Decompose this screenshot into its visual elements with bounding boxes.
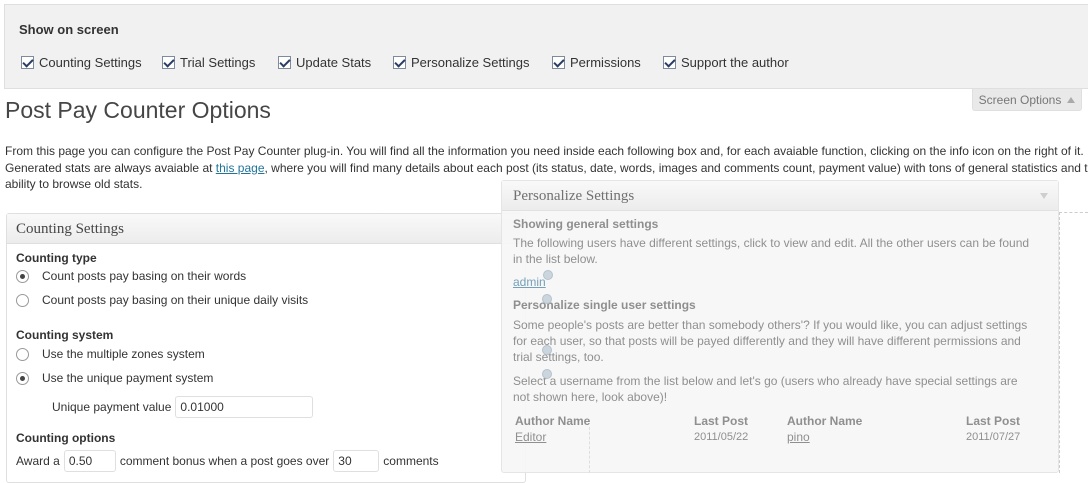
select-user-text-2: not shown here, look above)! xyxy=(513,389,667,405)
intro-line-2-start: Generated stats are always avaiable at xyxy=(5,161,216,175)
info-icon[interactable] xyxy=(543,270,553,280)
last-post-date: 2011/05/22 xyxy=(694,431,748,443)
screen-options-title: Show on screen xyxy=(19,22,119,37)
personalize-settings-title: Personalize Settings xyxy=(513,188,634,204)
comment-bonus-input[interactable] xyxy=(64,450,116,472)
radio-button-icon[interactable] xyxy=(16,348,29,361)
radio-button-icon[interactable] xyxy=(16,294,29,307)
radio-label: Count posts pay basing on their unique d… xyxy=(42,293,308,307)
intro-line-2: Generated stats are always avaiable at t… xyxy=(5,160,1088,177)
user-link-editor[interactable]: Editor xyxy=(515,430,546,444)
radio-count-words[interactable]: Count posts pay basing on their words xyxy=(16,269,246,283)
radio-button-icon[interactable] xyxy=(16,270,29,283)
checkbox-label: Support the author xyxy=(681,55,789,70)
unique-payment-label: Unique payment value xyxy=(52,400,171,414)
info-icon[interactable] xyxy=(542,294,552,304)
select-user-text-1: Select a username from the list below an… xyxy=(513,373,1018,389)
single-user-text-3: trial settings, too. xyxy=(513,349,604,365)
checkbox-icon[interactable] xyxy=(21,56,34,69)
single-user-text-2: for each user, so that posts will be pay… xyxy=(513,333,1021,349)
checkbox-permissions[interactable]: Permissions xyxy=(552,55,641,70)
last-post-date: 2011/07/27 xyxy=(966,431,1020,443)
user-link-pino[interactable]: pino xyxy=(787,430,810,444)
column-header-last-post: Last Post xyxy=(694,414,748,428)
checkbox-personalize-settings[interactable]: Personalize Settings xyxy=(393,55,530,70)
single-user-title: Personalize single user settings xyxy=(513,298,696,312)
award-middle-text: comment bonus when a post goes over xyxy=(120,454,329,468)
radio-unique-payment[interactable]: Use the unique payment system xyxy=(16,371,213,385)
radio-label: Use the multiple zones system xyxy=(42,347,205,361)
checkbox-icon[interactable] xyxy=(552,56,565,69)
comment-bonus-row: Award a comment bonus when a post goes o… xyxy=(16,450,439,472)
radio-label: Use the unique payment system xyxy=(42,371,213,385)
counting-settings-box: Counting Settings Counting type Count po… xyxy=(6,213,526,483)
checkbox-icon[interactable] xyxy=(278,56,291,69)
checkbox-icon[interactable] xyxy=(663,56,676,69)
drop-placeholder xyxy=(1059,212,1088,473)
admin-user-link[interactable]: admin xyxy=(513,274,546,290)
stats-page-link[interactable]: this page xyxy=(216,161,265,175)
intro-line-2-end: , where you will find many details about… xyxy=(265,161,1088,175)
checkbox-label: Personalize Settings xyxy=(411,55,530,70)
general-settings-text-1: The following users have different setti… xyxy=(513,235,1029,251)
checkbox-label: Permissions xyxy=(570,55,641,70)
personalize-settings-header[interactable]: Personalize Settings xyxy=(502,181,1058,211)
info-icon[interactable] xyxy=(542,369,552,379)
unique-payment-input[interactable] xyxy=(175,396,313,418)
radio-button-icon[interactable] xyxy=(16,372,29,385)
checkbox-label: Counting Settings xyxy=(39,55,142,70)
award-prefix: Award a xyxy=(16,454,60,468)
radio-count-visits[interactable]: Count posts pay basing on their unique d… xyxy=(16,293,308,307)
counting-type-title: Counting type xyxy=(16,251,97,265)
personalize-settings-box[interactable]: Personalize Settings Showing general set… xyxy=(501,180,1059,473)
column-header-author-name: Author Name xyxy=(787,414,862,428)
counting-options-title: Counting options xyxy=(16,431,115,445)
arrow-up-icon xyxy=(1067,97,1075,103)
screen-options-tab-label: Screen Options xyxy=(979,93,1062,107)
column-divider xyxy=(589,427,590,473)
award-suffix: comments xyxy=(383,454,438,468)
checkbox-trial-settings[interactable]: Trial Settings xyxy=(162,55,255,70)
checkbox-update-stats[interactable]: Update Stats xyxy=(278,55,371,70)
screen-options-toggle[interactable]: Screen Options xyxy=(972,89,1082,111)
checkbox-support-author[interactable]: Support the author xyxy=(663,55,789,70)
comment-threshold-input[interactable] xyxy=(333,450,379,472)
checkbox-label: Update Stats xyxy=(296,55,371,70)
collapse-arrow-icon[interactable] xyxy=(1040,193,1048,199)
checkbox-icon[interactable] xyxy=(393,56,406,69)
counting-settings-header[interactable]: Counting Settings xyxy=(7,214,525,244)
column-header-author-name: Author Name xyxy=(515,414,590,428)
unique-payment-row: Unique payment value xyxy=(52,396,313,418)
intro-line-1: From this page you can configure the Pos… xyxy=(5,143,1088,160)
general-settings-title: Showing general settings xyxy=(513,217,658,231)
single-user-text-1: Some people's posts are better than some… xyxy=(513,317,1027,333)
checkbox-icon[interactable] xyxy=(162,56,175,69)
page-title: Post Pay Counter Options xyxy=(5,97,271,124)
radio-label: Count posts pay basing on their words xyxy=(42,269,246,283)
info-icon[interactable] xyxy=(542,345,552,355)
column-header-last-post: Last Post xyxy=(966,414,1020,428)
counting-system-title: Counting system xyxy=(16,328,113,342)
radio-multiple-zones[interactable]: Use the multiple zones system xyxy=(16,347,205,361)
checkbox-label: Trial Settings xyxy=(180,55,255,70)
general-settings-text-2: in the list below. xyxy=(513,251,598,267)
screen-options-panel: Show on screen Counting Settings Trial S… xyxy=(4,4,1088,89)
checkbox-counting-settings[interactable]: Counting Settings xyxy=(21,55,142,70)
